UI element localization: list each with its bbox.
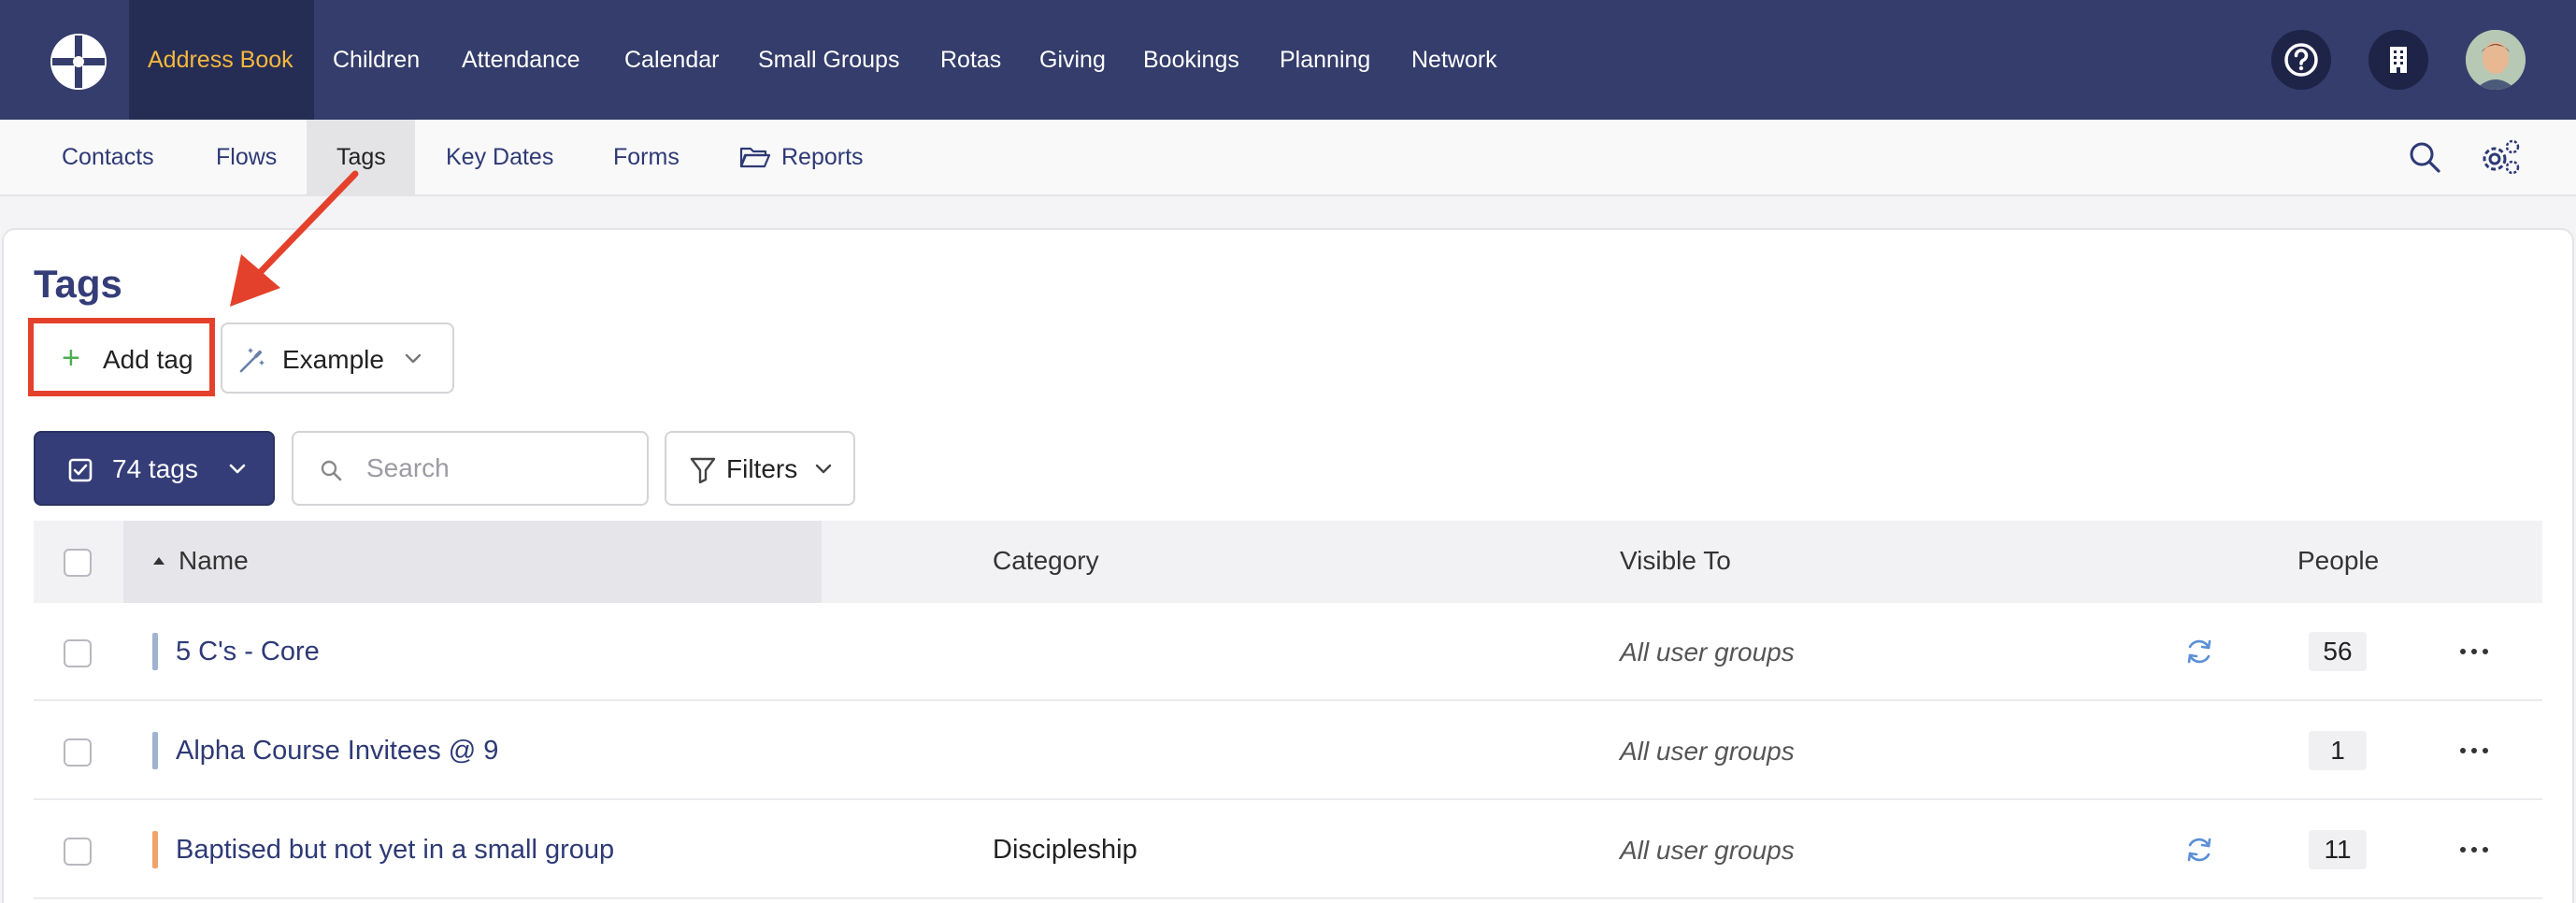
organisation-button[interactable] xyxy=(2368,30,2428,90)
row-divider xyxy=(34,897,2542,899)
row-checkbox[interactable] xyxy=(64,639,92,667)
chevron-down-icon xyxy=(815,464,832,474)
filters-label: Filters xyxy=(726,454,798,483)
nav-item-address-book[interactable]: Address Book xyxy=(129,0,314,120)
row-divider xyxy=(34,699,2542,701)
nav-item-attendance[interactable]: Attendance xyxy=(462,0,580,120)
tag-name-link[interactable]: Alpha Course Invitees @ 9 xyxy=(176,736,498,767)
sort-ascending-icon[interactable] xyxy=(151,555,166,566)
search-icon xyxy=(321,460,342,481)
search-input[interactable] xyxy=(366,450,628,487)
tag-selection-dropdown[interactable]: 74 tags xyxy=(34,431,275,506)
more-options-icon[interactable] xyxy=(2455,838,2493,861)
tag-color-indicator xyxy=(152,633,158,670)
top-navigation: Address Book Children Attendance Calenda… xyxy=(0,0,2576,120)
add-tag-button[interactable]: + Add tag xyxy=(28,318,215,396)
people-count-badge[interactable]: 56 xyxy=(2309,632,2367,671)
sub-navigation: Contacts Flows Tags Key Dates Forms Repo… xyxy=(0,120,2576,196)
row-checkbox[interactable] xyxy=(64,838,92,866)
plus-icon: + xyxy=(62,340,80,376)
filter-funnel-icon xyxy=(690,457,716,484)
more-options-icon[interactable] xyxy=(2455,640,2493,663)
people-count-badge[interactable]: 1 xyxy=(2309,731,2367,770)
column-header-visible-to[interactable]: Visible To xyxy=(1620,546,1731,576)
chevron-down-icon xyxy=(405,353,422,364)
folder-open-icon xyxy=(739,147,771,168)
help-button[interactable] xyxy=(2271,30,2331,90)
tag-name-link[interactable]: 5 C's - Core xyxy=(176,637,320,667)
magic-wand-icon xyxy=(239,348,265,373)
user-avatar[interactable] xyxy=(2466,30,2526,90)
column-header-people[interactable]: People xyxy=(2297,546,2379,576)
sync-icon xyxy=(2187,639,2211,664)
example-dropdown-button[interactable]: Example xyxy=(221,322,454,394)
row-checkbox[interactable] xyxy=(64,738,92,767)
nav-item-children[interactable]: Children xyxy=(333,0,420,120)
select-all-checkbox[interactable] xyxy=(64,549,92,577)
row-divider xyxy=(34,798,2542,800)
nav-item-giving[interactable]: Giving xyxy=(1039,0,1106,120)
visible-to-value: All user groups xyxy=(1620,836,1795,865)
nav-item-calendar[interactable]: Calendar xyxy=(624,0,719,120)
visible-to-value: All user groups xyxy=(1620,638,1795,666)
nav-item-network[interactable]: Network xyxy=(1411,0,1497,120)
tab-flows[interactable]: Flows xyxy=(216,120,277,194)
people-count-badge[interactable]: 11 xyxy=(2309,830,2367,869)
visible-to-value: All user groups xyxy=(1620,737,1795,766)
tag-color-indicator xyxy=(152,732,158,769)
app-logo-icon[interactable] xyxy=(47,30,110,93)
tab-forms[interactable]: Forms xyxy=(613,120,680,194)
building-icon xyxy=(2390,47,2407,73)
settings-gears-icon[interactable] xyxy=(2479,136,2522,178)
add-tag-label: Add tag xyxy=(103,345,193,374)
tag-color-indicator xyxy=(152,831,158,868)
filters-button[interactable]: Filters xyxy=(665,431,855,506)
chevron-down-icon xyxy=(229,464,246,474)
user-photo-icon xyxy=(2466,30,2526,90)
nav-item-bookings[interactable]: Bookings xyxy=(1143,0,1239,120)
category-value: Discipleship xyxy=(993,835,1138,865)
page-title: Tags xyxy=(34,262,122,306)
nav-item-small-groups[interactable]: Small Groups xyxy=(758,0,899,120)
search-icon[interactable] xyxy=(2406,138,2443,176)
example-label: Example xyxy=(282,345,384,374)
search-box[interactable] xyxy=(292,431,649,506)
tab-contacts[interactable]: Contacts xyxy=(62,120,154,194)
more-options-icon[interactable] xyxy=(2455,739,2493,762)
nav-item-rotas[interactable]: Rotas xyxy=(940,0,1001,120)
tab-tags[interactable]: Tags xyxy=(307,120,415,194)
tags-count-label: 74 tags xyxy=(112,454,198,483)
column-header-name[interactable]: Name xyxy=(179,546,249,576)
tab-key-dates[interactable]: Key Dates xyxy=(446,120,553,194)
help-icon xyxy=(2284,43,2318,77)
sync-icon xyxy=(2187,838,2211,862)
tag-name-link[interactable]: Baptised but not yet in a small group xyxy=(176,835,614,866)
column-header-category[interactable]: Category xyxy=(993,546,1099,576)
checkbox-checked-icon xyxy=(68,458,93,482)
nav-item-planning[interactable]: Planning xyxy=(1280,0,1370,120)
tab-reports[interactable]: Reports xyxy=(781,120,864,194)
